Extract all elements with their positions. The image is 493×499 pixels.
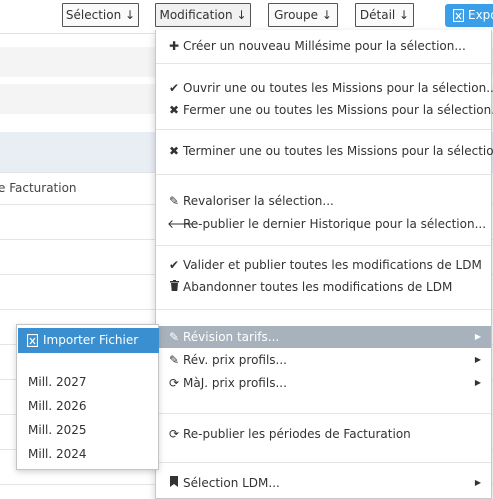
menu-divider: [156, 129, 491, 130]
menu-item-label: Sélection LDM...: [183, 476, 280, 490]
detail-button[interactable]: Détail ↓: [355, 3, 414, 27]
menu-item-label: Terminer une ou toutes les Missions pour…: [183, 144, 493, 158]
excel-file-icon: [26, 333, 39, 348]
menu-item-republier-facturation[interactable]: ⟳ Re-publier les périodes de Facturation: [156, 423, 491, 445]
menu-item-label: Fermer une ou toutes les Missions pour l…: [183, 103, 493, 117]
menu-item-label: Révision tarifs...: [183, 330, 280, 344]
plus-icon: ✚: [168, 39, 180, 53]
menu-divider: [156, 63, 491, 64]
pencil-icon: ✎: [168, 353, 180, 367]
submenu-item-mill-2025[interactable]: Mill. 2025: [28, 423, 87, 437]
submenu-item-mill-2026[interactable]: Mill. 2026: [28, 399, 87, 413]
menu-item-ouvrir-missions[interactable]: ✔ Ouvrir une ou toutes les Missions pour …: [156, 77, 493, 99]
menu-item-revaloriser[interactable]: ✎ Revaloriser la sélection...: [156, 190, 491, 212]
submenu-item-mill-2027[interactable]: Mill. 2027: [28, 375, 87, 389]
selection-button[interactable]: Sélection ↓: [62, 3, 139, 27]
close-icon: ✖: [168, 103, 180, 117]
bookmark-icon: [167, 472, 181, 494]
menu-item-republier-historique[interactable]: 🡐Re-publier le dernier Historique pour l…: [156, 213, 491, 235]
menu-item-label: Revaloriser la sélection...: [183, 194, 334, 208]
column-header-facturation[interactable]: e Facturation: [0, 181, 77, 195]
pencil-icon: ✎: [168, 194, 180, 208]
menu-divider: [156, 309, 491, 310]
menu-item-creer-millesime[interactable]: ✚ Créer un nouveau Millésime pour la séle…: [156, 35, 491, 57]
groupe-button[interactable]: Groupe ↓: [268, 3, 338, 27]
modification-button[interactable]: Modification ↓: [155, 3, 251, 27]
menu-item-abandonner-ldm[interactable]: Abandonner toutes les modifications de L…: [156, 276, 491, 298]
menu-item-terminer-missions[interactable]: ✖ Terminer une ou toutes les Missions pou…: [156, 140, 493, 162]
refresh-icon: ⟳: [168, 376, 180, 390]
export-button[interactable]: Expo: [445, 4, 493, 27]
menu-divider: [156, 413, 491, 414]
arrow-left-icon: 🡐: [167, 217, 200, 231]
modification-menu: ✚ Créer un nouveau Millésime pour la séle…: [155, 30, 493, 499]
check-icon: ✔: [168, 81, 180, 95]
caret-right-icon: ▶: [474, 355, 481, 364]
menu-divider: [156, 245, 491, 246]
menu-item-label: MàJ. prix profils...: [183, 376, 287, 390]
excel-file-icon: [452, 8, 465, 23]
menu-item-revision-tarifs[interactable]: ✎ Révision tarifs... ▶: [156, 326, 491, 348]
import-file-label: Importer Fichier: [43, 333, 139, 347]
revision-tarifs-submenu: Importer Fichier Mill. 2027 Mill. 2026 M…: [16, 324, 159, 470]
menu-item-label: Abandonner toutes les modifications de L…: [183, 280, 453, 294]
menu-item-fermer-missions[interactable]: ✖ Fermer une ou toutes les Missions pour …: [156, 99, 493, 121]
menu-item-label: Valider et publier toutes les modificati…: [183, 258, 482, 272]
caret-right-icon: ▶: [474, 378, 481, 387]
menu-item-label: Créer un nouveau Millésime pour la sélec…: [183, 39, 466, 53]
pencil-icon: ✎: [168, 330, 180, 344]
menu-item-maj-prix-profils[interactable]: ⟳ MàJ. prix profils... ▶: [156, 372, 491, 394]
import-file-button[interactable]: Importer Fichier: [18, 328, 159, 353]
trash-icon: [167, 276, 181, 298]
menu-item-label: Re-publier les périodes de Facturation: [183, 427, 411, 441]
caret-right-icon: ▶: [474, 478, 481, 487]
menu-item-label: Ouvrir une ou toutes les Missions pour l…: [183, 81, 493, 95]
submenu-item-mill-2024[interactable]: Mill. 2024: [28, 447, 87, 461]
menu-item-label: Re-publier le dernier Historique pour la…: [183, 217, 487, 231]
close-icon: ✖: [168, 144, 180, 158]
menu-item-label: Rév. prix profils...: [183, 353, 287, 367]
menu-item-rev-prix-profils[interactable]: ✎ Rév. prix profils... ▶: [156, 349, 491, 371]
caret-right-icon: ▶: [474, 332, 481, 341]
menu-item-valider-ldm[interactable]: ✔ Valider et publier toutes les modificat…: [156, 254, 491, 276]
check-icon: ✔: [168, 258, 180, 272]
refresh-icon: ⟳: [168, 427, 180, 441]
menu-divider: [156, 462, 491, 463]
menu-item-selection-ldm[interactable]: Sélection LDM... ▶: [156, 472, 491, 494]
export-label: Expo: [468, 8, 493, 22]
menu-divider: [156, 174, 491, 175]
